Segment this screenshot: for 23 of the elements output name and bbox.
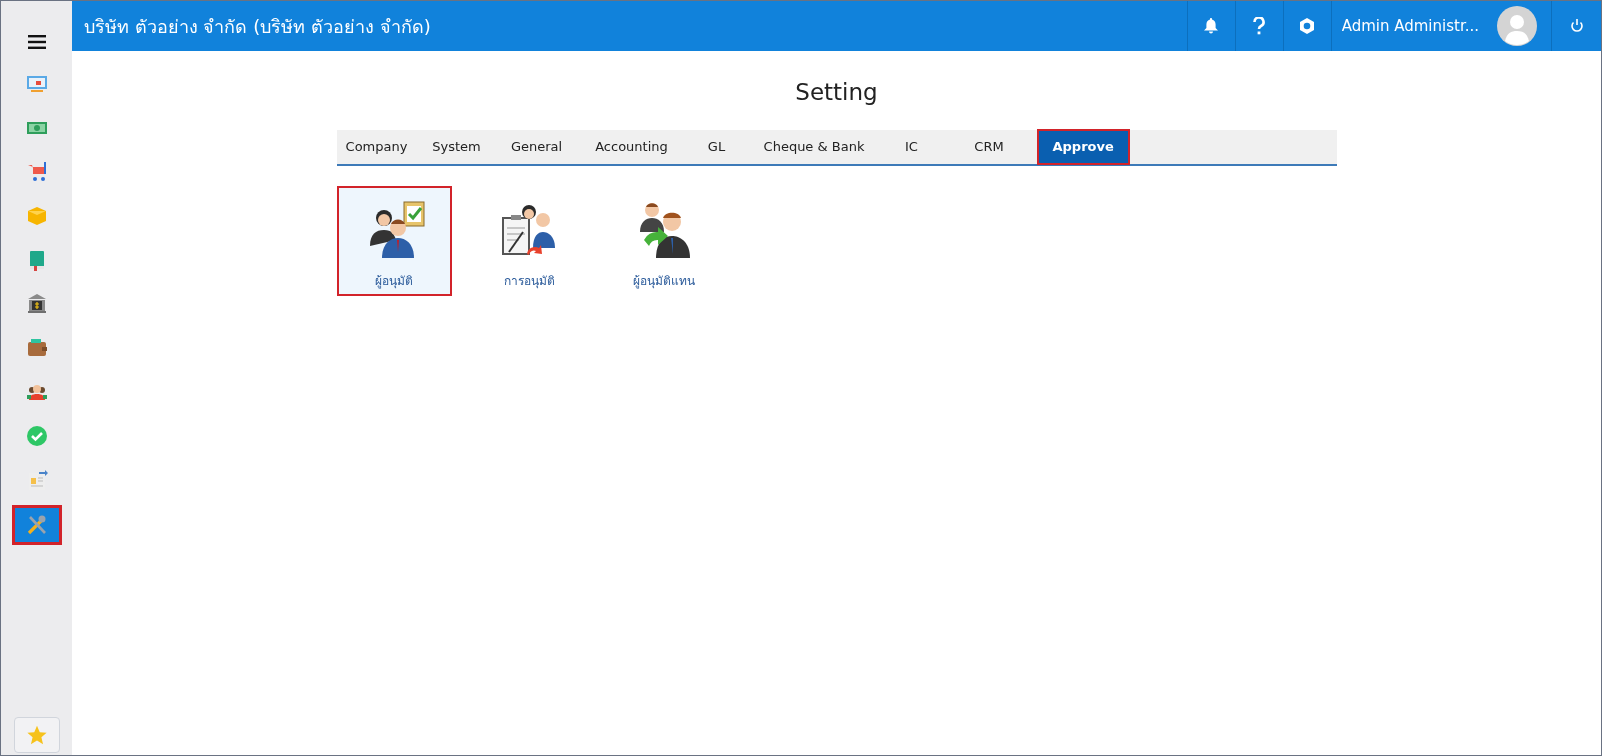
tab[interactable]: GL bbox=[686, 129, 747, 164]
bell-icon bbox=[1204, 18, 1219, 34]
star-icon bbox=[25, 724, 48, 746]
setting-tile[interactable]: ผู้อนุมัติแทน bbox=[606, 185, 722, 296]
power-icon bbox=[1569, 18, 1584, 34]
user-name[interactable]: Admin Administr... bbox=[1341, 14, 1479, 38]
tab[interactable]: General bbox=[496, 129, 577, 164]
tab[interactable]: System bbox=[416, 129, 497, 164]
help-icon bbox=[1253, 17, 1266, 35]
tab[interactable]: Approve bbox=[1036, 128, 1130, 165]
company-name: บริษัท ตัวอย่าง จำกัด (บริษัท ตัวอย่าง จำกัด) bbox=[83, 14, 432, 39]
tab[interactable]: Accounting bbox=[576, 129, 687, 164]
tab[interactable]: IC bbox=[881, 129, 942, 164]
settings-icon bbox=[1298, 17, 1317, 35]
setting-tile[interactable]: ผู้อนุมัติ bbox=[336, 185, 452, 296]
check-icon bbox=[24, 424, 49, 448]
tab[interactable]: CRM bbox=[941, 129, 1037, 164]
setting-tile[interactable]: การอนุมัติ bbox=[471, 185, 587, 296]
avatar-icon[interactable] bbox=[1497, 6, 1537, 46]
page-title: Setting bbox=[795, 78, 878, 107]
tab[interactable]: Cheque & Bank bbox=[746, 129, 882, 164]
menu-icon bbox=[27, 35, 46, 49]
tab[interactable]: Company bbox=[336, 129, 417, 164]
